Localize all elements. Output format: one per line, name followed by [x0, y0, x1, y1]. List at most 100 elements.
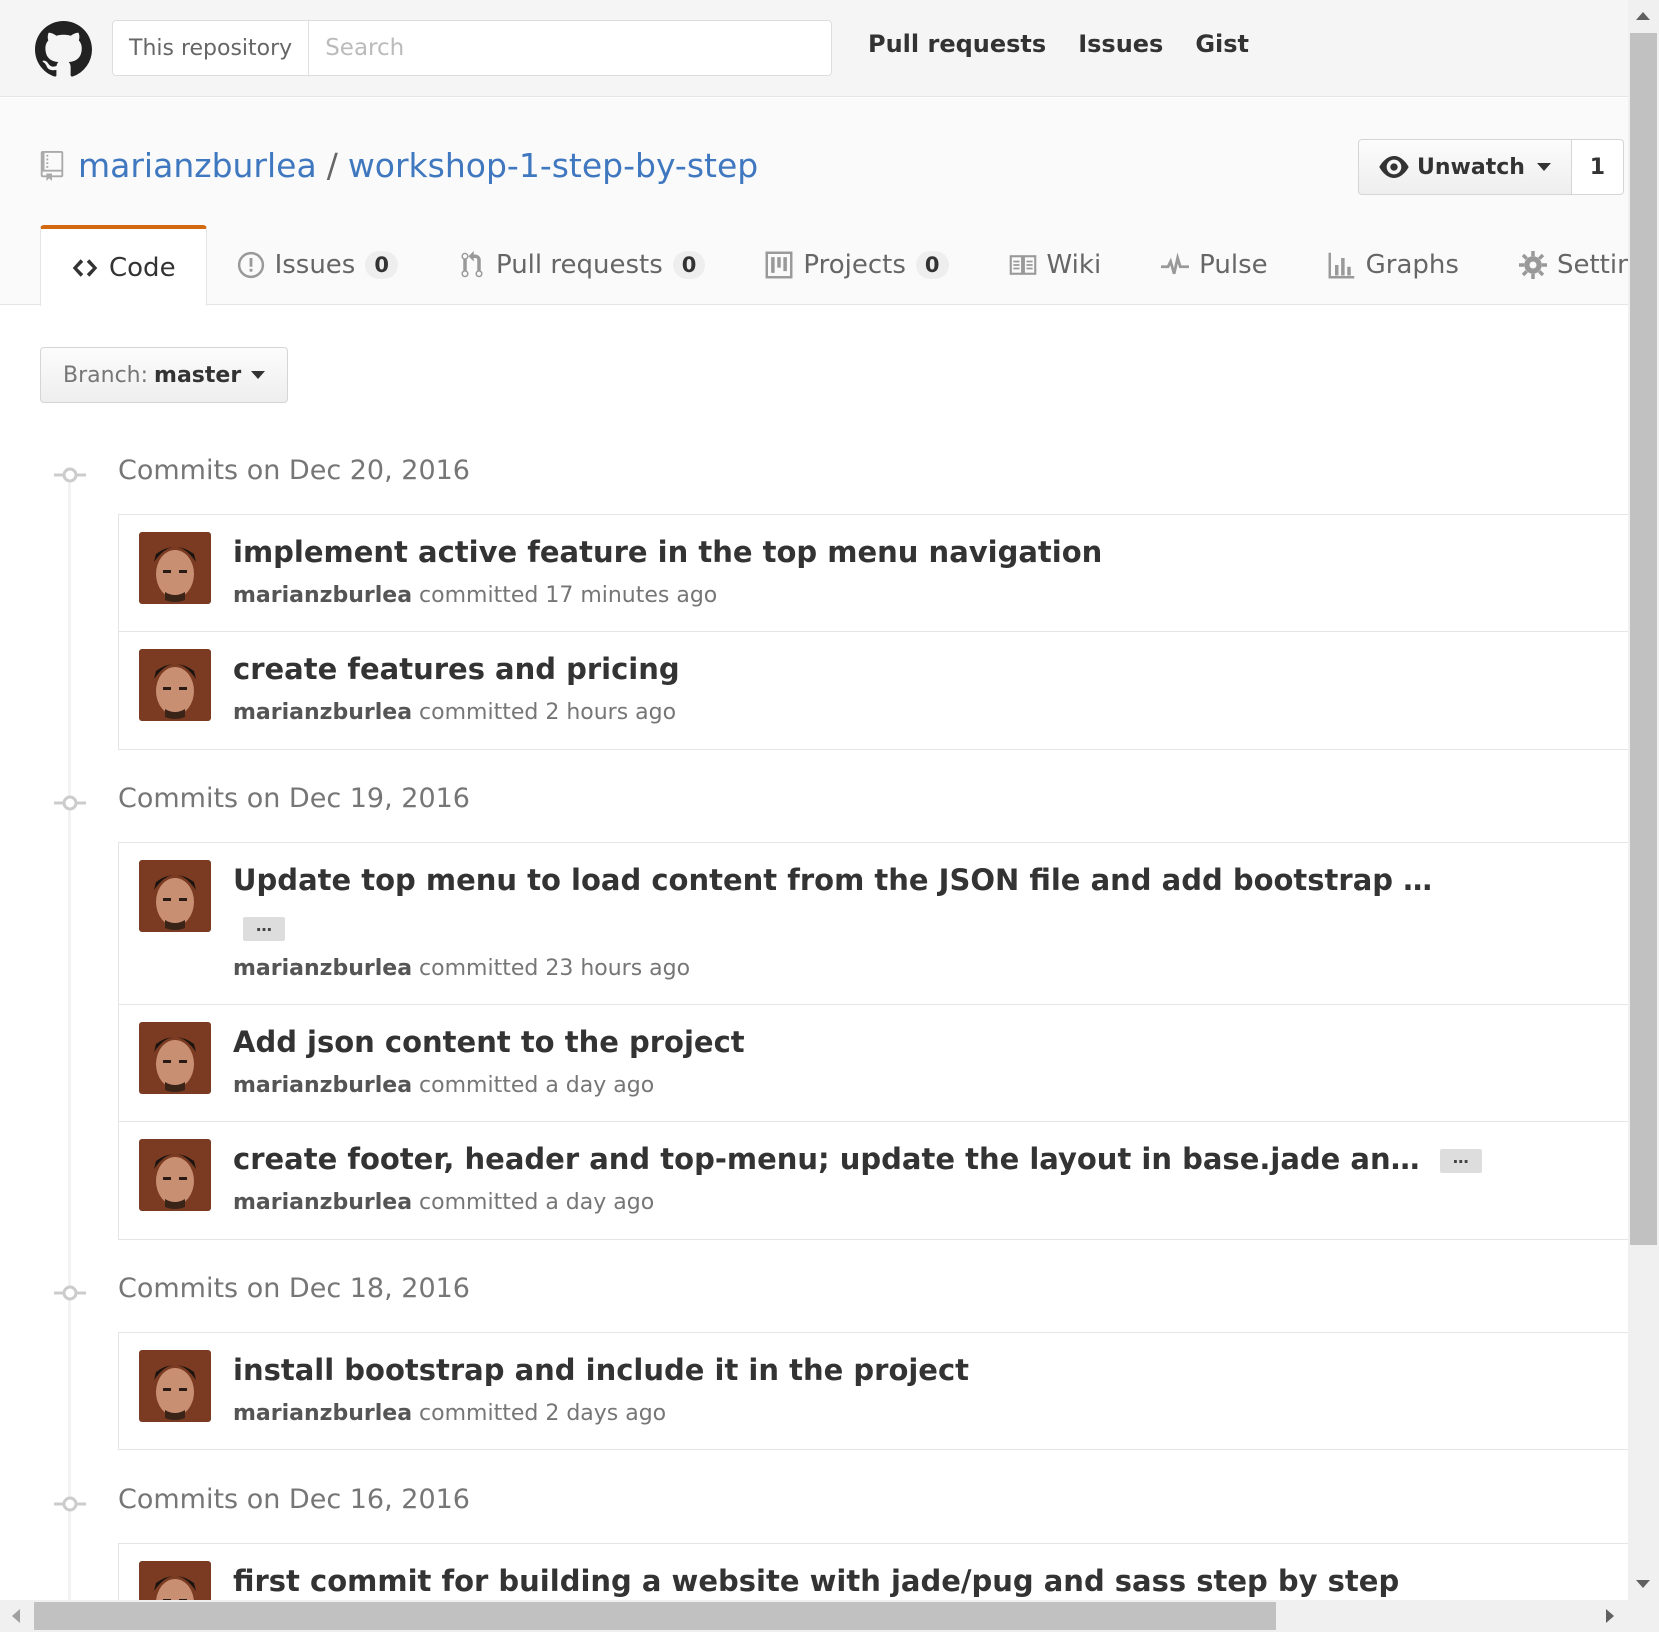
avatar[interactable] [139, 1561, 211, 1600]
tab-issues-label: Issues [274, 250, 356, 280]
commit-row: install bootstrap and include it in the … [119, 1333, 1638, 1450]
gear-icon [1518, 251, 1547, 279]
expand-message-wrapper: … [243, 917, 285, 941]
eye-icon [1379, 156, 1409, 178]
commit-list: Update top menu to load content from the… [118, 842, 1638, 1240]
scroll-up-arrow-icon[interactable] [1636, 12, 1650, 20]
commit-verb: committed [419, 1401, 539, 1426]
tab-code[interactable]: Code [40, 225, 207, 306]
scroll-left-arrow-icon[interactable] [12, 1609, 20, 1623]
repo-icon [40, 150, 64, 181]
commit-list: implement active feature in the top menu… [118, 514, 1638, 750]
tab-graphs[interactable]: Graphs [1298, 225, 1489, 305]
commit-list: first commit for building a website with… [118, 1543, 1638, 1600]
header-nav: Pull requests Issues Gist [868, 30, 1249, 58]
commit-message-link: create footer, header and top-menu; upda… [233, 1142, 1482, 1176]
commit-message-link[interactable]: install bootstrap and include it in the … [233, 1353, 969, 1387]
commit-message-text[interactable]: create footer, header and top-menu; upda… [233, 1142, 1420, 1176]
tab-pulse-label: Pulse [1199, 250, 1268, 280]
commit-verb: committed [419, 1190, 539, 1215]
scroll-right-arrow-icon[interactable] [1606, 1609, 1614, 1623]
tab-graphs-label: Graphs [1365, 250, 1459, 280]
commit-group-title: Commits on Dec 19, 2016 [118, 783, 470, 814]
git-commit-icon [54, 1496, 86, 1512]
graph-icon [1328, 252, 1354, 279]
tab-pulse[interactable]: Pulse [1131, 225, 1297, 305]
commit-row: create features and pricing marianzburle… [119, 632, 1638, 749]
commit-row: Add json content to the project marianzb… [119, 1005, 1638, 1122]
branch-select-button[interactable]: Branch: master [40, 347, 289, 403]
git-pull-request-icon [461, 251, 483, 278]
commit-time: a day ago [545, 1190, 655, 1215]
pull-requests-counter: 0 [672, 251, 706, 279]
git-commit-icon [54, 467, 86, 483]
commit-message-link[interactable]: Update top menu to load content from the… [233, 863, 1432, 897]
commit-author-link[interactable]: marianzburlea [233, 1073, 412, 1098]
watchers-count[interactable]: 1 [1571, 139, 1624, 195]
tab-issues[interactable]: Issues 0 [207, 225, 428, 305]
search-scope[interactable]: This repository [113, 21, 310, 75]
commit-group-title: Commits on Dec 20, 2016 [118, 455, 470, 486]
expand-message-button[interactable]: … [243, 917, 285, 941]
unwatch-button[interactable]: Unwatch [1358, 139, 1572, 195]
commit-row: implement active feature in the top menu… [119, 515, 1638, 632]
commit-verb: committed [419, 700, 539, 725]
avatar[interactable] [139, 532, 211, 604]
avatar[interactable] [139, 1350, 211, 1422]
commit-author-link[interactable]: marianzburlea [233, 956, 412, 981]
commit-row: Update top menu to load content from the… [119, 843, 1638, 1005]
commit-message-link[interactable]: first commit for building a website with… [233, 1564, 1399, 1598]
commit-author-link[interactable]: marianzburlea [233, 1190, 412, 1215]
commit-message-link[interactable]: create features and pricing [233, 652, 680, 686]
repo-title: marianzburlea / workshop-1-step-by-step [40, 146, 758, 185]
tab-pull-requests[interactable]: Pull requests 0 [428, 225, 735, 305]
commit-row: create footer, header and top-menu; upda… [119, 1122, 1638, 1239]
avatar[interactable] [139, 1139, 211, 1211]
commit-meta: marianzburlea committed a day ago [233, 1073, 654, 1098]
horizontal-scrollbar-thumb[interactable] [34, 1602, 1276, 1630]
commit-meta: marianzburlea committed a day ago [233, 1190, 654, 1215]
projects-counter: 0 [915, 251, 949, 279]
commit-author-link[interactable]: marianzburlea [233, 700, 412, 725]
commit-row: first commit for building a website with… [119, 1544, 1638, 1600]
commits-timeline-line [68, 475, 71, 1615]
expand-message-button[interactable]: … [1439, 1149, 1482, 1173]
commit-group-title: Commits on Dec 18, 2016 [118, 1273, 470, 1304]
tab-projects[interactable]: Projects 0 [735, 225, 978, 305]
avatar[interactable] [139, 1022, 211, 1094]
commit-meta: marianzburlea committed 17 minutes ago [233, 583, 717, 608]
avatar[interactable] [139, 860, 211, 932]
commit-message-link[interactable]: Add json content to the project [233, 1025, 745, 1059]
nav-gist[interactable]: Gist [1195, 30, 1249, 58]
scroll-down-arrow-icon[interactable] [1636, 1580, 1650, 1588]
tab-code-label: Code [109, 252, 176, 283]
commit-time: 17 minutes ago [545, 583, 718, 608]
branch-value: master [154, 362, 242, 388]
repo-nav: Code Issues 0 Pull requests 0 Projects 0… [40, 225, 1659, 306]
commit-verb: committed [419, 956, 539, 981]
git-commit-icon [54, 795, 86, 811]
github-logo-icon[interactable] [35, 21, 92, 78]
repo-owner-link[interactable]: marianzburlea [78, 146, 317, 185]
unwatch-label: Unwatch [1417, 154, 1525, 180]
branch-label: Branch: [63, 362, 149, 388]
repo-path-separator: / [326, 146, 338, 185]
commit-author-link[interactable]: marianzburlea [233, 1401, 412, 1426]
search-input[interactable] [309, 21, 831, 75]
avatar[interactable] [139, 649, 211, 721]
vertical-scrollbar-thumb[interactable] [1630, 33, 1657, 1245]
chevron-down-icon [251, 371, 266, 379]
nav-pull-requests[interactable]: Pull requests [868, 30, 1046, 58]
commit-author-link[interactable]: marianzburlea [233, 583, 412, 608]
commit-message-link[interactable]: implement active feature in the top menu… [233, 535, 1102, 569]
repo-name-link[interactable]: workshop-1-step-by-step [348, 146, 758, 185]
nav-issues[interactable]: Issues [1078, 30, 1163, 58]
tab-projects-label: Projects [803, 250, 906, 280]
tab-wiki[interactable]: Wiki [979, 225, 1132, 305]
tab-pull-requests-label: Pull requests [495, 250, 663, 280]
commit-list: install bootstrap and include it in the … [118, 1332, 1638, 1450]
commit-time: 2 hours ago [545, 700, 677, 725]
repo-header: marianzburlea / workshop-1-step-by-step … [0, 98, 1659, 306]
commit-meta: marianzburlea committed 2 days ago [233, 1401, 666, 1426]
commit-time: 2 days ago [545, 1401, 667, 1426]
